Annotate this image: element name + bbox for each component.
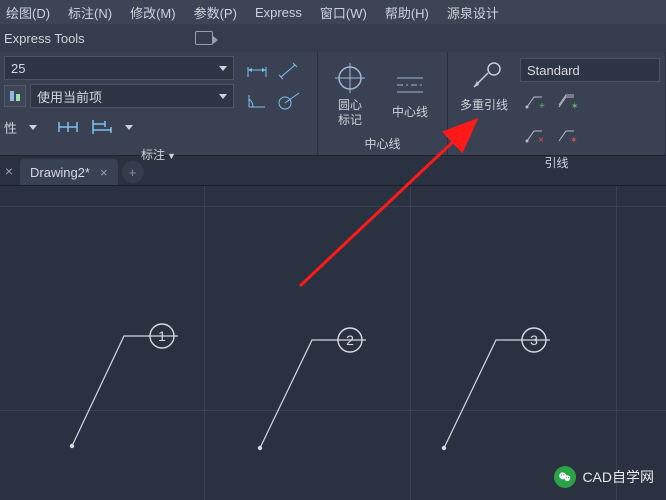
center-line-button[interactable]: 中心线 <box>382 56 438 131</box>
multileader-label: 多重引线 <box>460 98 508 112</box>
tabs-close-icon[interactable]: × <box>2 163 16 179</box>
center-line-icon <box>390 67 430 103</box>
leader-remove-icon[interactable]: × <box>520 120 550 150</box>
panel-expand-icon[interactable] <box>125 125 133 130</box>
ribbon: 25 使用当前项 性 <box>0 52 666 156</box>
leader-add-icon[interactable]: + <box>520 86 550 116</box>
panel-title-centerline: 中心线 <box>318 135 447 155</box>
use-current-dropdown[interactable]: 使用当前项 <box>30 84 234 108</box>
express-tools-tab[interactable]: Express Tools <box>4 31 85 46</box>
svg-text:+: + <box>539 101 545 111</box>
dim-angular-icon[interactable] <box>242 86 272 116</box>
use-current-label: 使用当前项 <box>37 87 102 106</box>
panel-leader: 多重引线 Standard + ✶ × <box>448 52 666 155</box>
document-tab[interactable]: Drawing2* × <box>20 159 118 185</box>
drawing-canvas[interactable]: 1 2 3 CAD自学网 <box>0 186 666 500</box>
watermark-text: CAD自学网 <box>582 467 654 487</box>
properties-label: 性 <box>4 118 17 137</box>
menu-modify[interactable]: 修改(M) <box>130 3 176 22</box>
watermark: CAD自学网 <box>554 466 654 488</box>
multileader-button[interactable]: 多重引线 <box>452 56 516 112</box>
svg-text:2: 2 <box>346 332 354 348</box>
menu-bar: 绘图(D) 标注(N) 修改(M) 参数(P) Express 窗口(W) 帮助… <box>0 0 666 24</box>
menu-yuanquan[interactable]: 源泉设计 <box>447 3 499 22</box>
add-tab-button[interactable]: + <box>122 161 144 183</box>
tools-bar: Express Tools <box>0 24 666 52</box>
dim-linear-icon[interactable] <box>242 56 272 86</box>
leader-align-icon[interactable]: ✶ <box>552 86 582 116</box>
center-line-label: 中心线 <box>392 105 428 119</box>
panel-collapse-icon[interactable] <box>195 31 213 45</box>
menu-parametric[interactable]: 参数(P) <box>194 3 237 22</box>
chevron-down-icon <box>219 66 227 71</box>
dimstyle-value: 25 <box>11 61 25 76</box>
dim-baseline-icon[interactable] <box>87 112 117 142</box>
dim-radius-icon[interactable] <box>274 86 304 116</box>
panel-title-leader: 引线 <box>448 154 665 173</box>
leader-collect-icon[interactable]: ✶ <box>552 120 582 150</box>
close-tab-icon[interactable]: × <box>100 165 108 180</box>
leader-style-value: Standard <box>527 63 580 78</box>
dim-aligned-icon[interactable] <box>274 56 304 86</box>
menu-draw[interactable]: 绘图(D) <box>6 3 50 22</box>
leaders-drawing: 1 2 3 <box>0 186 666 500</box>
svg-text:✶: ✶ <box>571 101 578 111</box>
menu-express[interactable]: Express <box>255 5 302 20</box>
menu-help[interactable]: 帮助(H) <box>385 3 429 22</box>
svg-text:✶: ✶ <box>570 135 578 145</box>
dimstyle-icon[interactable] <box>4 85 26 107</box>
chevron-down-icon <box>219 94 227 99</box>
menu-window[interactable]: 窗口(W) <box>320 3 367 22</box>
svg-text:×: × <box>538 135 544 145</box>
svg-text:1: 1 <box>158 328 166 344</box>
leader-style-dropdown[interactable]: Standard <box>520 58 660 82</box>
center-mark-button[interactable]: 圆心 标记 <box>322 56 378 131</box>
center-mark-icon <box>330 60 370 96</box>
panel-expand-icon[interactable] <box>29 125 37 130</box>
dim-continue-icon[interactable] <box>53 112 83 142</box>
panel-centerline: 圆心 标记 中心线 中心线 <box>318 52 448 155</box>
multileader-icon <box>464 60 504 96</box>
dimstyle-dropdown[interactable]: 25 <box>4 56 234 80</box>
menu-dimension[interactable]: 标注(N) <box>68 3 112 22</box>
document-tab-label: Drawing2* <box>30 165 90 180</box>
wechat-icon <box>554 466 576 488</box>
svg-text:3: 3 <box>530 332 538 348</box>
center-mark-label: 圆心 标记 <box>338 98 362 127</box>
panel-dimension: 25 使用当前项 性 <box>0 52 318 155</box>
